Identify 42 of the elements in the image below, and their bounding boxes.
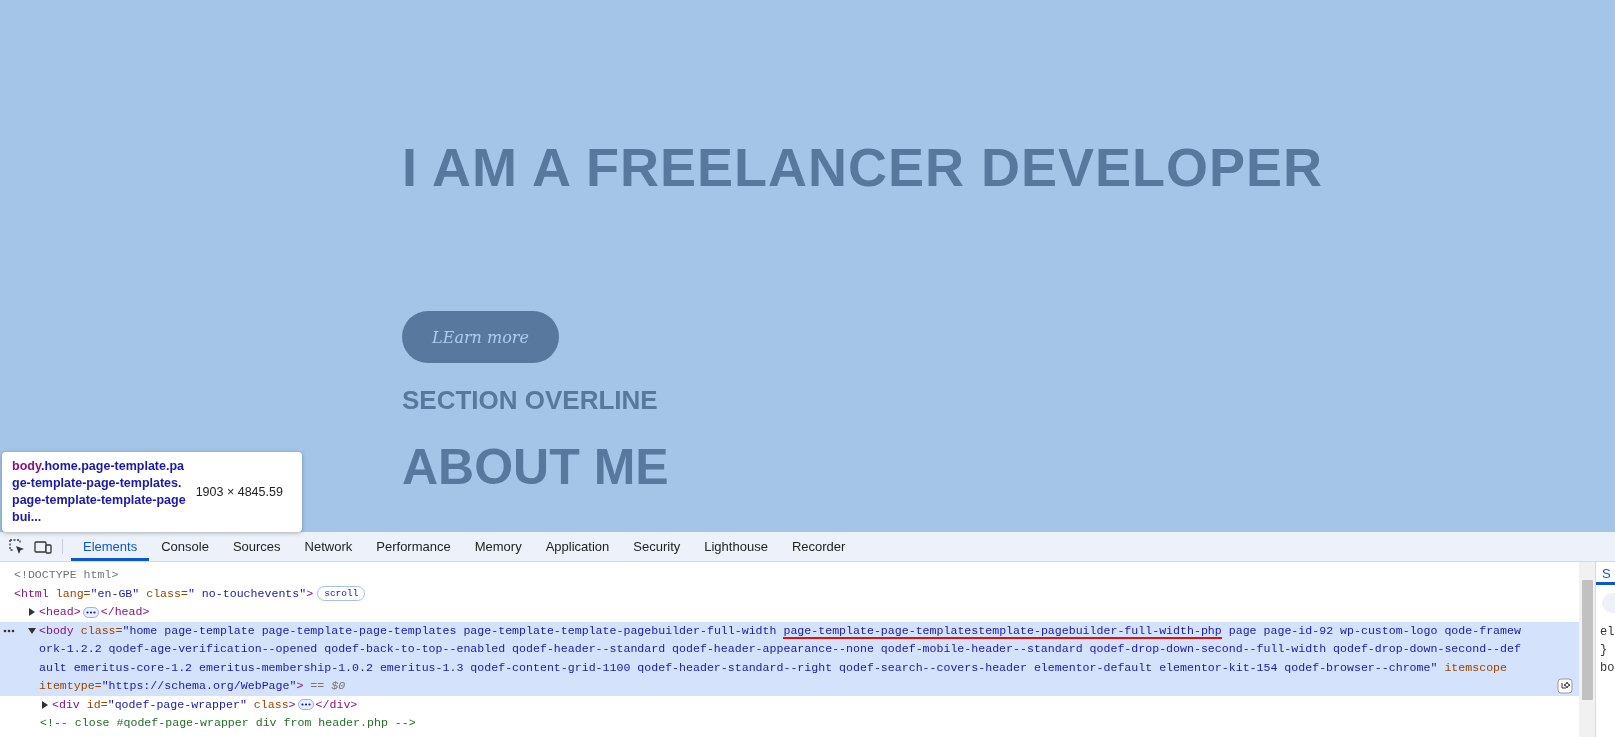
code-text: <div id="qodef-page-wrapper" class> [52, 696, 296, 713]
code-text: ork-1.2.2 qodef-age-verification--opened qodef-back-to-top--enabled qodef-header--standard qodef-header-appearance--none qodef-mobile-header--standard qodef-drop-down-second--full-width qodef-drop-down-second--def [39, 641, 1521, 658]
devtools-tab[interactable]: Console [149, 532, 221, 561]
devtools-tab[interactable]: Application [533, 532, 622, 561]
tooltip-selector: page-template-template-page [12, 492, 186, 509]
code-text: </head> [100, 604, 150, 621]
devtools-tab[interactable]: Sources [220, 532, 293, 561]
tooltip-selector: ge-template-page-templates. [12, 475, 183, 492]
inspect-icon[interactable] [8, 537, 26, 556]
devtools-tab[interactable]: Network [292, 532, 365, 561]
code-text: itemtype="https://schema.org/WebPage"> == $0 [39, 678, 346, 695]
expanded-triangle-icon[interactable] [27, 625, 37, 636]
section-heading: ABOUT ME [402, 437, 669, 497]
devtools-tab[interactable]: Lighthouse [692, 532, 780, 561]
collapsed-triangle-icon[interactable] [27, 607, 37, 618]
tooltip-selector: bui... [12, 509, 43, 526]
code-text: ault emeritus-core-1.2 emeritus-membership-1.0.2 emeritus-1.3 qodef-content-grid-1100 qodef-header-standard--right qodef-search--covers-header elementor-default elementor-kit-154 qodef-browser--chrome" itemscope [39, 659, 1507, 676]
ellipsis-icon[interactable] [297, 699, 314, 711]
style-rule-text: } [1599, 642, 1609, 659]
devtools-tab[interactable]: Security [621, 532, 693, 561]
code-comment: <!-- close #qodef-page-wrapper div from header.php --> [40, 715, 416, 732]
devtools-tab[interactable]: Memory [462, 532, 534, 561]
code-text: <html lang="en-GB" class=" no-touchevents"> [14, 585, 314, 602]
code-text: </div> [315, 696, 358, 713]
tooltip-size: 1903 × 4845.59 [195, 485, 283, 499]
hero-headline: I AM A FREELANCER DEVELOPER [402, 138, 1324, 198]
scrollbar[interactable] [1579, 562, 1595, 737]
code-text: <head> [39, 604, 81, 621]
devtools-tab[interactable]: Elements [71, 532, 150, 561]
ai-assist-icon[interactable] [1557, 678, 1573, 695]
code-text: <body class="home page-template page-template-page-templates page-template-template-pagebuilder-full-width page-template-page-templatestemplate-pagebuilder-full-width-php page page-id-92 wp-custom-logo qode-framew [39, 622, 1521, 640]
devtools-tab[interactable]: Recorder [779, 532, 858, 561]
more-icon[interactable] [3, 627, 15, 634]
section-overline: SECTION OVERLINE [402, 385, 658, 417]
ellipsis-icon[interactable] [82, 606, 99, 618]
tooltip-selector: body.home.page-template.pa [12, 458, 186, 475]
styles-tab[interactable]: S [1596, 562, 1615, 585]
collapsed-triangle-icon[interactable] [40, 699, 50, 710]
style-rule-text: el [1599, 624, 1615, 641]
style-rule-text: bo [1599, 660, 1615, 677]
code-text: <!DOCTYPE html> [14, 567, 119, 584]
devtools-tab[interactable]: Performance [364, 532, 463, 561]
